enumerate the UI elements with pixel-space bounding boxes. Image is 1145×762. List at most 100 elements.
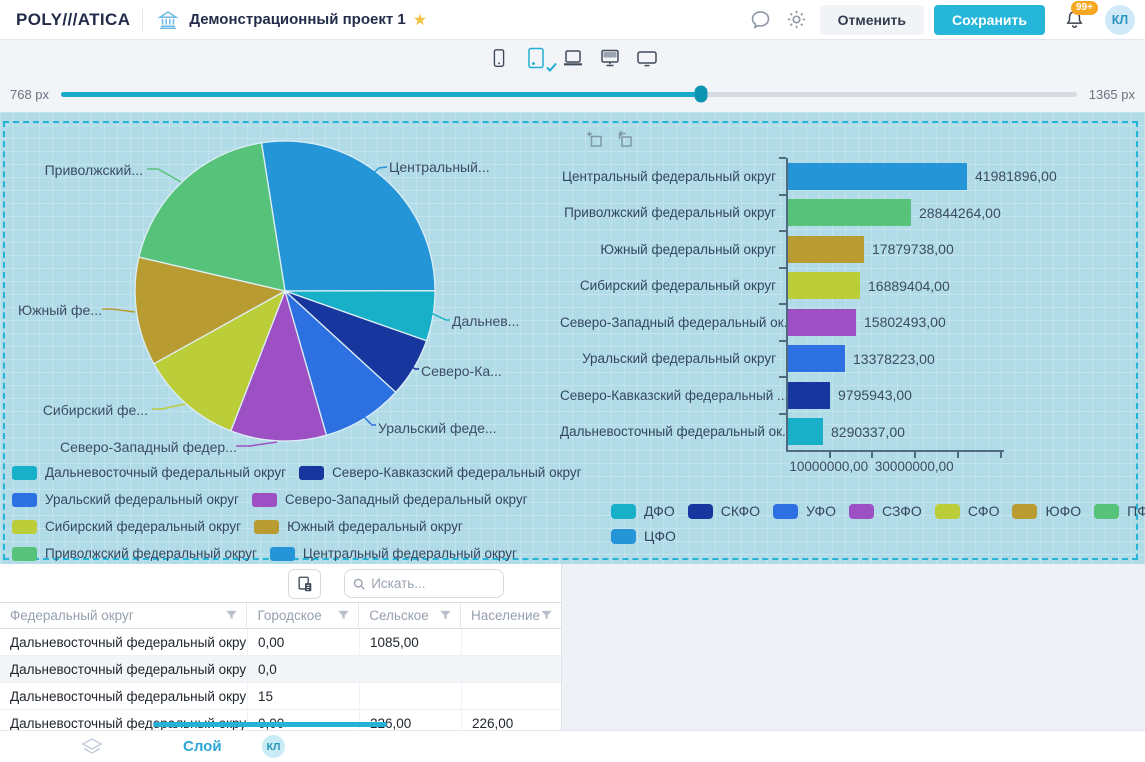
- dashboard-canvas[interactable]: Центральный...Дальнев...Северо-Ка...Урал…: [0, 112, 1145, 564]
- legend-item[interactable]: СФО: [935, 503, 1000, 519]
- table-cell: [462, 656, 561, 682]
- table-row[interactable]: Дальневосточный федеральный округ15: [0, 683, 561, 710]
- undo-frame-icon[interactable]: [614, 129, 636, 151]
- pie-callout-line: [102, 309, 135, 312]
- legend-item[interactable]: ДФО: [611, 503, 675, 519]
- bar-row: Южный федеральный округ17879738,00: [560, 231, 1145, 268]
- legend-swatch: [688, 504, 713, 519]
- device-monitor-icon[interactable]: [596, 44, 624, 72]
- bar-chart[interactable]: Центральный федеральный округ41981896,00…: [560, 158, 1145, 476]
- bar[interactable]: [788, 199, 911, 226]
- legend-item[interactable]: ПФО: [1094, 503, 1145, 519]
- legend-item[interactable]: Северо-Кавказский федеральный округ: [299, 465, 581, 480]
- width-slider-handle[interactable]: [694, 86, 707, 103]
- legend-item[interactable]: СКФО: [688, 503, 760, 519]
- bar-row: Приволжский федеральный округ28844264,00: [560, 195, 1145, 232]
- table-cell: Дальневосточный федеральный округ: [0, 629, 248, 655]
- width-slider[interactable]: [61, 92, 1077, 97]
- bar[interactable]: [788, 345, 845, 372]
- legend-swatch: [12, 547, 37, 561]
- bar[interactable]: [788, 418, 823, 445]
- bar-value-label: 8290337,00: [831, 424, 905, 440]
- bar-track: 16889404,00: [786, 268, 1145, 305]
- legend-item[interactable]: СЗФО: [849, 503, 922, 519]
- legend-item[interactable]: ЦФО: [611, 528, 676, 544]
- copy-table-icon[interactable]: [288, 569, 321, 599]
- device-tablet-icon-selected[interactable]: [522, 44, 550, 72]
- gear-icon[interactable]: [784, 7, 810, 33]
- filter-icon[interactable]: [540, 609, 553, 622]
- bar-category-label: Сибирский федеральный округ: [560, 278, 786, 293]
- legend-item[interactable]: Центральный федеральный округ: [270, 546, 517, 561]
- bar-track: 41981896,00: [786, 158, 1145, 195]
- avatar[interactable]: КЛ: [1105, 5, 1135, 35]
- legend-item[interactable]: Уральский федеральный округ: [12, 492, 239, 507]
- legend-swatch: [12, 466, 37, 480]
- table-row[interactable]: Дальневосточный федеральный округ0,0: [0, 656, 561, 683]
- bar[interactable]: [788, 309, 856, 336]
- pie-legend: Дальневосточный федеральный округ Северо-…: [12, 459, 582, 564]
- filter-icon[interactable]: [337, 609, 350, 622]
- column-header[interactable]: Федеральный округ: [0, 603, 247, 628]
- save-button[interactable]: Сохранить: [934, 5, 1045, 35]
- legend-item[interactable]: Северо-Западный федеральный округ: [252, 492, 528, 507]
- legend-item[interactable]: УФО: [773, 503, 836, 519]
- axis-tick: [914, 452, 916, 458]
- filter-icon[interactable]: [439, 609, 452, 622]
- notifications-bell-icon[interactable]: 99+: [1061, 7, 1087, 33]
- pie-callout-label: Центральный...: [389, 159, 490, 175]
- bar-track: 15802493,00: [786, 304, 1145, 341]
- bar-track: 17879738,00: [786, 231, 1145, 268]
- legend-item[interactable]: ЮФО: [1012, 503, 1081, 519]
- bar-row: Северо-Кавказский федеральный ...9795943…: [560, 377, 1145, 414]
- bar[interactable]: [788, 163, 967, 190]
- device-laptop-icon[interactable]: [559, 44, 587, 72]
- legend-label: Приволжский федеральный округ: [45, 546, 257, 561]
- pie-legend-row: Приволжский федеральный округ Центральный…: [12, 540, 582, 564]
- bar[interactable]: [788, 382, 830, 409]
- table-row[interactable]: Дальневосточный федеральный округ0,00108…: [0, 629, 561, 656]
- table-cell: 226,00: [462, 710, 561, 730]
- bar[interactable]: [788, 272, 860, 299]
- table-cell: 0,00: [248, 629, 360, 655]
- legend-swatch: [935, 504, 960, 519]
- legend-item[interactable]: Приволжский федеральный округ: [12, 546, 257, 561]
- bar-rows: Центральный федеральный округ41981896,00…: [560, 158, 1145, 450]
- favorite-star-icon[interactable]: ★: [413, 10, 427, 30]
- search-input[interactable]: [371, 576, 495, 591]
- legend-item[interactable]: Южный федеральный округ: [254, 519, 463, 534]
- legend-label: ДФО: [644, 503, 675, 519]
- table-cell: 15: [248, 683, 360, 709]
- data-table-widget[interactable]: Федеральный округ Городское СельскоеНаселе…: [0, 564, 562, 730]
- device-tv-icon[interactable]: [633, 44, 661, 72]
- cancel-button[interactable]: Отменить: [820, 5, 924, 35]
- axis-tick: [957, 452, 959, 458]
- legend-item[interactable]: Дальневосточный федеральный округ: [12, 465, 286, 480]
- column-header[interactable]: Сельское: [359, 603, 461, 628]
- legend-label: Уральский федеральный округ: [45, 492, 239, 507]
- layer-tab[interactable]: Слой: [183, 738, 222, 755]
- column-header[interactable]: Население: [461, 603, 561, 628]
- legend-item[interactable]: Сибирский федеральный округ: [12, 519, 241, 534]
- crop-icon[interactable]: [584, 129, 606, 151]
- bar-row: Центральный федеральный округ41981896,00: [560, 158, 1145, 195]
- legend-swatch: [611, 504, 636, 519]
- legend-swatch: [611, 529, 636, 544]
- table-search: [344, 569, 504, 598]
- legend-swatch: [1094, 504, 1119, 519]
- column-header[interactable]: Городское: [247, 603, 359, 628]
- bar[interactable]: [788, 236, 864, 263]
- layers-icon[interactable]: [80, 736, 104, 758]
- legend-swatch: [254, 520, 279, 534]
- table-horizontal-scrollbar[interactable]: [153, 722, 387, 727]
- device-phone-icon[interactable]: [485, 44, 513, 72]
- table-cell: [462, 683, 561, 709]
- filter-icon[interactable]: [225, 609, 238, 622]
- bar-value-label: 16889404,00: [868, 278, 950, 294]
- legend-label: Северо-Кавказский федеральный округ: [332, 465, 581, 480]
- bar-category-label: Северо-Кавказский федеральный ...: [560, 388, 786, 403]
- bar-row: Сибирский федеральный округ 16889404,00: [560, 268, 1145, 305]
- column-header-label: Городское: [257, 608, 321, 623]
- table-row[interactable]: Дальневосточный федеральный округ0,00226…: [0, 710, 561, 730]
- chat-icon[interactable]: [748, 7, 774, 33]
